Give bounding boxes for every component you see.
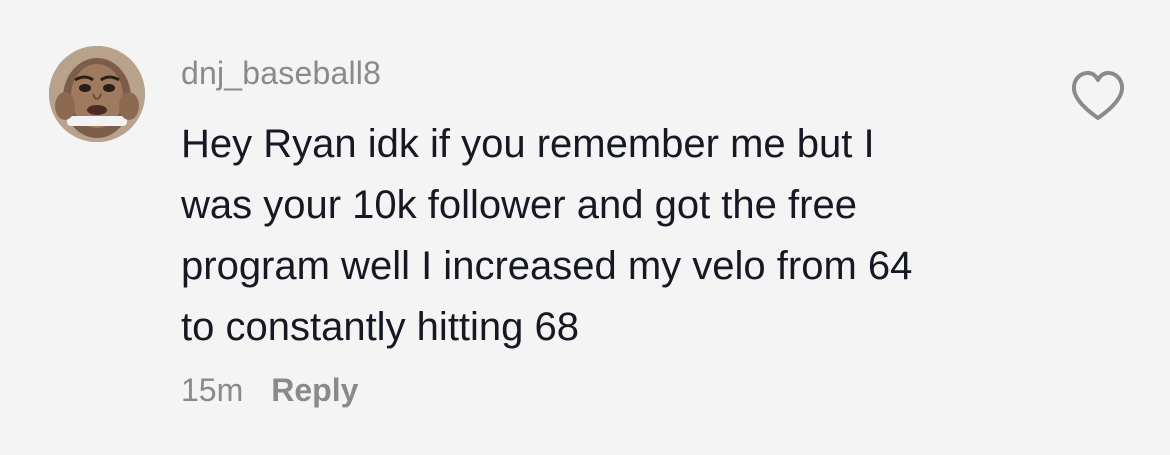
reply-button[interactable]: Reply — [271, 370, 358, 410]
comment-item: dnj_baseball8 Hey Ryan idk if you rememb… — [0, 0, 1170, 455]
avatar-image — [49, 46, 145, 142]
comment-text: Hey Ryan idk if you remember me but I wa… — [181, 122, 913, 349]
comment-timestamp: 15m — [181, 372, 244, 408]
comment-username[interactable]: dnj_baseball8 — [181, 53, 381, 93]
avatar[interactable] — [49, 46, 145, 142]
heart-outline-icon — [1071, 71, 1125, 120]
comment-meta: 15m Reply — [181, 370, 358, 410]
like-button[interactable] — [1068, 68, 1128, 124]
